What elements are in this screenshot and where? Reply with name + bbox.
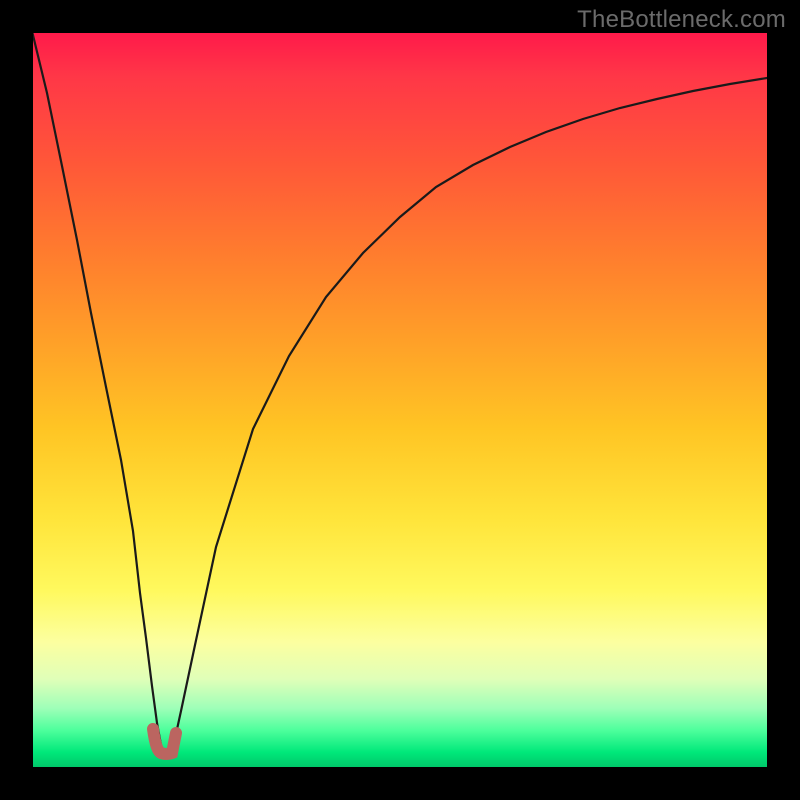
plot-area bbox=[33, 33, 767, 767]
minimum-marker bbox=[153, 729, 176, 754]
chart-frame: TheBottleneck.com bbox=[0, 0, 800, 800]
curve-layer bbox=[33, 33, 767, 767]
bottleneck-curve bbox=[33, 33, 767, 756]
watermark-text: TheBottleneck.com bbox=[577, 6, 786, 34]
